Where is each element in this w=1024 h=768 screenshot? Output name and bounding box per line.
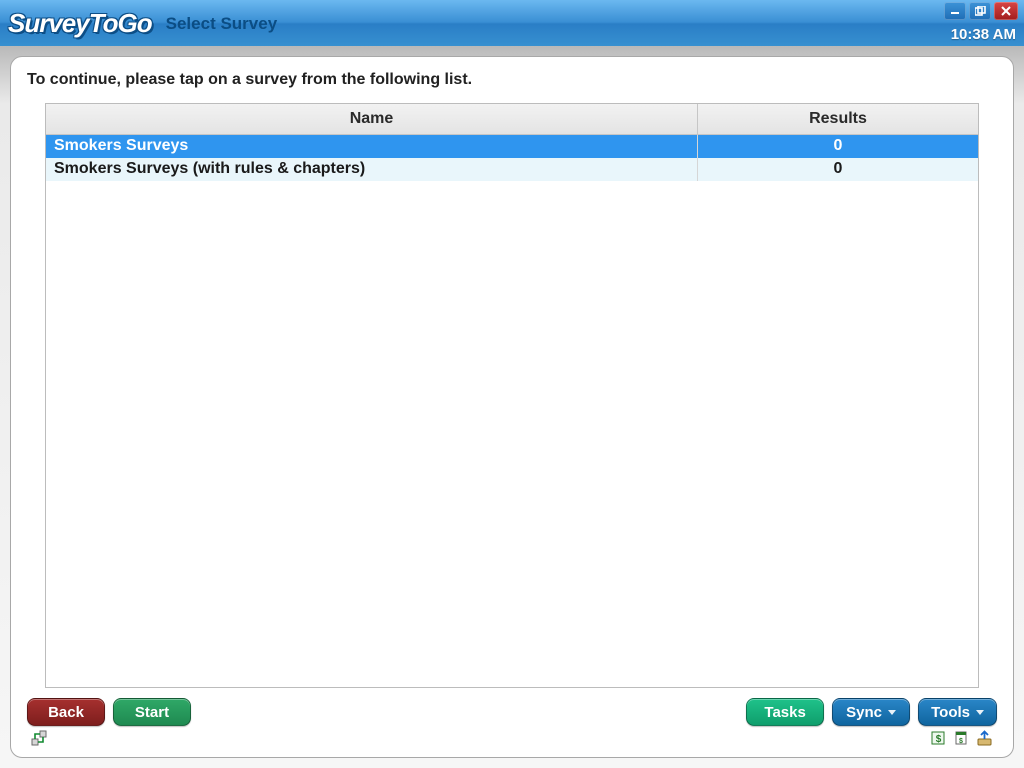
sync-button[interactable]: Sync: [832, 698, 910, 726]
upload-status-icon: [976, 730, 993, 747]
column-header-results[interactable]: Results: [698, 104, 978, 134]
document-status-icon: $: [953, 730, 970, 747]
screen-title: Select Survey: [166, 14, 1018, 34]
titlebar: SurveyToGo Select Survey 10:38 AM: [0, 0, 1024, 46]
workarea: To continue, please tap on a survey from…: [0, 46, 1024, 768]
survey-table: Name Results Smokers Surveys 0 Smokers S…: [45, 103, 979, 688]
button-bar: Back Start Tasks Sync Tools: [27, 698, 997, 726]
maximize-button[interactable]: [969, 2, 991, 20]
tools-button[interactable]: Tools: [918, 698, 997, 726]
back-button[interactable]: Back: [27, 698, 105, 726]
svg-text:$: $: [959, 738, 963, 745]
column-header-name[interactable]: Name: [46, 104, 698, 134]
cell-results: 0: [698, 135, 978, 158]
table-row[interactable]: Smokers Surveys (with rules & chapters) …: [46, 158, 978, 181]
minimize-icon: [950, 6, 960, 16]
table-row[interactable]: Smokers Surveys 0: [46, 135, 978, 158]
cell-name: Smokers Surveys: [46, 135, 698, 158]
start-button[interactable]: Start: [113, 698, 191, 726]
status-tray: $ $: [27, 726, 997, 747]
minimize-button[interactable]: [944, 2, 966, 20]
cell-name: Smokers Surveys (with rules & chapters): [46, 158, 698, 181]
svg-text:$: $: [936, 734, 942, 745]
instruction-text: To continue, please tap on a survey from…: [27, 71, 997, 89]
clock: 10:38 AM: [951, 26, 1016, 43]
maximize-icon: [975, 6, 986, 16]
cell-results: 0: [698, 158, 978, 181]
app-logo: SurveyToGo: [8, 8, 152, 39]
close-button[interactable]: [994, 2, 1018, 20]
currency-status-icon: $: [930, 730, 947, 747]
connection-status-icon: [31, 730, 48, 747]
close-icon: [1001, 6, 1011, 16]
tasks-button[interactable]: Tasks: [746, 698, 824, 726]
table-header: Name Results: [46, 104, 978, 135]
window-controls: [944, 2, 1018, 20]
main-panel: To continue, please tap on a survey from…: [10, 56, 1014, 758]
table-body: Smokers Surveys 0 Smokers Surveys (with …: [46, 135, 978, 687]
